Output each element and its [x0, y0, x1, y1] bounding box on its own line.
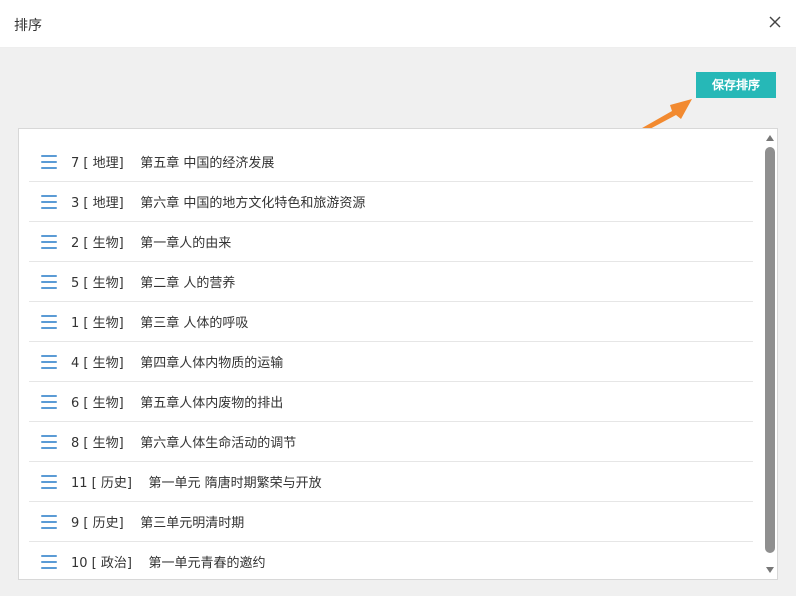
drag-handle-icon[interactable]	[41, 554, 57, 569]
sort-item-label: 10 [ 政治] 第一单元青春的邀约	[71, 556, 266, 571]
drag-handle-bar	[41, 480, 57, 483]
scroll-down-icon[interactable]	[765, 565, 775, 575]
sort-item[interactable]: 9 [ 历史] 第三单元明清时期	[29, 502, 753, 542]
scrollbar[interactable]	[763, 129, 777, 579]
drag-handle-bar	[41, 360, 57, 363]
drag-handle-bar	[41, 200, 57, 203]
drag-handle-bar	[41, 166, 57, 169]
drag-handle-icon[interactable]	[41, 354, 57, 369]
sort-item-label: 5 [ 生物] 第二章 人的营养	[71, 276, 236, 291]
drag-handle-icon[interactable]	[41, 394, 57, 409]
sort-item-label: 1 [ 生物] 第三章 人体的呼吸	[71, 316, 249, 331]
drag-handle-bar	[41, 514, 57, 517]
sort-item[interactable]: 8 [ 生物] 第六章人体生命活动的调节	[29, 422, 753, 462]
drag-handle-icon[interactable]	[41, 274, 57, 289]
drag-handle-bar	[41, 400, 57, 403]
drag-handle-bar	[41, 194, 57, 197]
drag-handle-bar	[41, 526, 57, 529]
sort-item[interactable]: 10 [ 政治] 第一单元青春的邀约	[29, 542, 753, 579]
sort-item-label: 7 [ 地理] 第五章 中国的经济发展	[71, 156, 275, 171]
drag-handle-bar	[41, 274, 57, 277]
drag-handle-icon[interactable]	[41, 314, 57, 329]
sort-item[interactable]: 5 [ 生物] 第二章 人的营养	[29, 262, 753, 302]
sort-item[interactable]: 1 [ 生物] 第三章 人体的呼吸	[29, 302, 753, 342]
drag-handle-bar	[41, 366, 57, 369]
save-sort-button[interactable]: 保存排序	[696, 72, 776, 98]
sort-item-label: 4 [ 生物] 第四章人体内物质的运输	[71, 356, 284, 371]
drag-handle-icon[interactable]	[41, 434, 57, 449]
drag-handle-bar	[41, 246, 57, 249]
drag-handle-bar	[41, 320, 57, 323]
dialog-header: 排序	[0, 0, 796, 48]
drag-handle-bar	[41, 446, 57, 449]
drag-handle-icon[interactable]	[41, 234, 57, 249]
drag-handle-bar	[41, 240, 57, 243]
sort-item[interactable]: 6 [ 生物] 第五章人体内废物的排出	[29, 382, 753, 422]
drag-handle-bar	[41, 154, 57, 157]
sort-item[interactable]: 2 [ 生物] 第一章人的由来	[29, 222, 753, 262]
scroll-thumb[interactable]	[765, 147, 775, 553]
sort-panel: 7 [ 地理] 第五章 中国的经济发展 3 [ 地理] 第六章 中国的地方文化特色…	[18, 128, 778, 580]
dialog-title: 排序	[14, 18, 42, 34]
sort-item-label: 9 [ 历史] 第三单元明清时期	[71, 516, 245, 531]
sort-item-label: 11 [ 历史] 第一单元 隋唐时期繁荣与开放	[71, 476, 322, 491]
sort-item-label: 8 [ 生物] 第六章人体生命活动的调节	[71, 436, 297, 451]
drag-handle-bar	[41, 520, 57, 523]
drag-handle-bar	[41, 566, 57, 569]
drag-handle-bar	[41, 554, 57, 557]
drag-handle-bar	[41, 486, 57, 489]
drag-handle-icon[interactable]	[41, 154, 57, 169]
sort-list: 7 [ 地理] 第五章 中国的经济发展 3 [ 地理] 第六章 中国的地方文化特色…	[29, 142, 753, 579]
drag-handle-bar	[41, 326, 57, 329]
sort-item[interactable]: 4 [ 生物] 第四章人体内物质的运输	[29, 342, 753, 382]
drag-handle-bar	[41, 280, 57, 283]
sort-item[interactable]: 7 [ 地理] 第五章 中国的经济发展	[29, 142, 753, 182]
drag-handle-bar	[41, 440, 57, 443]
drag-handle-icon[interactable]	[41, 194, 57, 209]
drag-handle-bar	[41, 560, 57, 563]
sort-item-label: 3 [ 地理] 第六章 中国的地方文化特色和旅游资源	[71, 196, 366, 211]
drag-handle-bar	[41, 406, 57, 409]
drag-handle-bar	[41, 286, 57, 289]
drag-handle-bar	[41, 206, 57, 209]
drag-handle-bar	[41, 434, 57, 437]
sort-item-label: 2 [ 生物] 第一章人的由来	[71, 236, 232, 251]
drag-handle-icon[interactable]	[41, 514, 57, 529]
drag-handle-bar	[41, 394, 57, 397]
sort-item-label: 6 [ 生物] 第五章人体内废物的排出	[71, 396, 284, 411]
sort-item[interactable]: 11 [ 历史] 第一单元 隋唐时期繁荣与开放	[29, 462, 753, 502]
close-icon[interactable]	[768, 15, 782, 29]
drag-handle-bar	[41, 234, 57, 237]
drag-handle-icon[interactable]	[41, 474, 57, 489]
drag-handle-bar	[41, 474, 57, 477]
scroll-up-icon[interactable]	[765, 133, 775, 143]
drag-handle-bar	[41, 160, 57, 163]
drag-handle-bar	[41, 354, 57, 357]
sort-item[interactable]: 3 [ 地理] 第六章 中国的地方文化特色和旅游资源	[29, 182, 753, 222]
drag-handle-bar	[41, 314, 57, 317]
